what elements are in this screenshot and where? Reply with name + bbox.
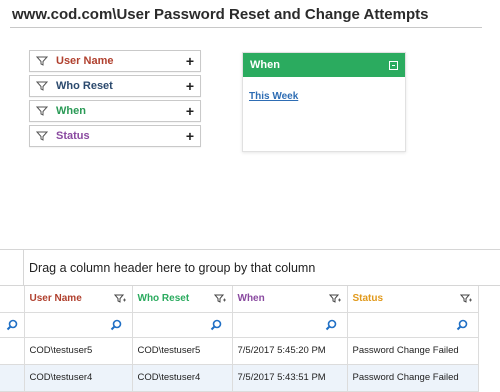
- column-label-status: Status: [352, 293, 384, 305]
- filter-cell-status[interactable]: [347, 312, 479, 338]
- filter-label-who-reset: Who Reset: [56, 80, 113, 92]
- cell-who-reset: COD\testuser4: [132, 364, 233, 392]
- filter-list: User Name + Who Reset + When + Status +: [29, 50, 201, 150]
- row-gutter: [0, 337, 25, 365]
- group-by-hint: Drag a column header here to group by th…: [29, 261, 316, 275]
- plus-icon[interactable]: +: [186, 54, 194, 68]
- funnel-icon: [36, 80, 48, 92]
- plus-icon[interactable]: +: [186, 104, 194, 118]
- filter-row: [0, 312, 479, 338]
- magnifier-icon[interactable]: [210, 319, 222, 334]
- table-row[interactable]: COD\testuser4 COD\testuser4 7/5/2017 5:4…: [0, 364, 479, 392]
- magnifier-icon[interactable]: [456, 319, 468, 334]
- this-week-link[interactable]: This Week: [249, 91, 298, 102]
- cell-who-reset: COD\testuser5: [132, 337, 233, 365]
- page-title: www.cod.com\User Password Reset and Chan…: [12, 6, 429, 23]
- cell-status: Password Change Failed: [347, 364, 479, 392]
- when-panel-body: This Week: [243, 77, 405, 113]
- column-filter-icon[interactable]: [213, 294, 226, 307]
- title-divider: [10, 27, 482, 28]
- column-header-when[interactable]: When: [232, 286, 348, 313]
- column-filter-icon[interactable]: [113, 294, 126, 307]
- row-gutter: [0, 364, 25, 392]
- header-gutter: [0, 286, 25, 313]
- filter-item-user-name[interactable]: User Name +: [29, 50, 201, 72]
- filter-item-status[interactable]: Status +: [29, 125, 201, 147]
- funnel-icon: [36, 105, 48, 117]
- filter-cell-who-reset[interactable]: [132, 312, 233, 338]
- filter-label-status: Status: [56, 130, 90, 142]
- filter-row-gutter: [0, 312, 25, 338]
- cell-when: 7/5/2017 5:43:51 PM: [232, 364, 348, 392]
- filter-label-when: When: [56, 105, 86, 117]
- when-panel: When This Week: [242, 52, 406, 152]
- when-panel-header: When: [243, 53, 405, 77]
- magnifier-icon[interactable]: [110, 319, 122, 334]
- group-by-bar[interactable]: Drag a column header here to group by th…: [0, 250, 500, 286]
- collapse-icon[interactable]: [389, 60, 398, 70]
- cell-status: Password Change Failed: [347, 337, 479, 365]
- filter-item-when[interactable]: When +: [29, 100, 201, 122]
- filter-cell-user-name[interactable]: [24, 312, 133, 338]
- cell-user-name: COD\testuser5: [24, 337, 133, 365]
- group-bar-gutter: [0, 250, 24, 286]
- column-label-user-name: User Name: [29, 293, 82, 305]
- plus-icon[interactable]: +: [186, 129, 194, 143]
- cell-user-name: COD\testuser4: [24, 364, 133, 392]
- cell-when: 7/5/2017 5:45:20 PM: [232, 337, 348, 365]
- column-label-when: When: [237, 293, 265, 305]
- column-filter-icon[interactable]: [459, 294, 472, 307]
- column-header-user-name[interactable]: User Name: [24, 286, 133, 313]
- results-grid: Drag a column header here to group by th…: [0, 249, 500, 392]
- filter-label-user-name: User Name: [56, 55, 114, 67]
- filter-item-who-reset[interactable]: Who Reset +: [29, 75, 201, 97]
- funnel-icon: [36, 55, 48, 67]
- column-label-who-reset: Who Reset: [137, 293, 190, 305]
- column-filter-icon[interactable]: [328, 294, 341, 307]
- data-table: User Name Who Reset When Status COD\test…: [0, 286, 479, 392]
- column-header-who-reset[interactable]: Who Reset: [132, 286, 233, 313]
- funnel-icon: [36, 130, 48, 142]
- magnifier-icon[interactable]: [6, 319, 18, 334]
- when-panel-title: When: [250, 59, 280, 71]
- magnifier-icon[interactable]: [325, 319, 337, 334]
- plus-icon[interactable]: +: [186, 79, 194, 93]
- column-header-status[interactable]: Status: [347, 286, 479, 313]
- filter-cell-when[interactable]: [232, 312, 348, 338]
- header-row: User Name Who Reset When Status: [0, 286, 479, 313]
- table-row[interactable]: COD\testuser5 COD\testuser5 7/5/2017 5:4…: [0, 337, 479, 365]
